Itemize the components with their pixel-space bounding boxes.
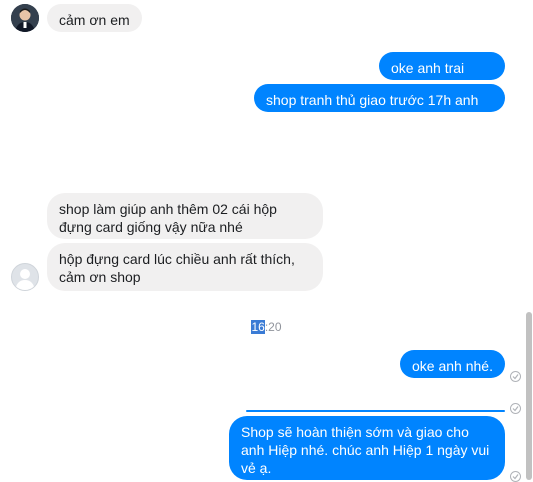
message-bubble-incoming[interactable]: shop làm giúp anh thêm 02 cái hộp đựng c…	[47, 193, 323, 239]
message-bubble-outgoing[interactable]: oke anh nhé.	[400, 350, 505, 378]
check-circle-icon	[510, 371, 521, 382]
timestamp-rest: :20	[264, 320, 282, 334]
message-timestamp: 16:20	[0, 320, 533, 334]
default-user-icon	[15, 269, 35, 290]
sender-avatar-default[interactable]	[11, 263, 39, 291]
check-circle-icon	[510, 403, 521, 414]
user-photo-icon	[11, 4, 39, 32]
timestamp-selected-text: 16	[251, 320, 265, 334]
sender-avatar[interactable]	[11, 4, 39, 32]
message-bubble-outgoing[interactable]: shop tranh thủ giao trước 17h anh ạ.	[254, 84, 505, 126]
message-bubble-outgoing[interactable]: Shop sẽ hoàn thiện sớm và giao cho anh H…	[229, 416, 505, 480]
scrollbar-thumb[interactable]	[526, 312, 532, 480]
vertical-scrollbar[interactable]	[525, 0, 533, 482]
message-bubble-incoming[interactable]: hộp đựng card lúc chiều anh rất thích, c…	[47, 243, 323, 291]
outgoing-reply-line	[246, 410, 505, 412]
message-bubble-outgoing[interactable]: oke anh trai nhé.	[379, 52, 505, 94]
message-bubble-incoming[interactable]: cảm ơn em	[47, 4, 142, 32]
check-circle-icon	[510, 471, 521, 482]
